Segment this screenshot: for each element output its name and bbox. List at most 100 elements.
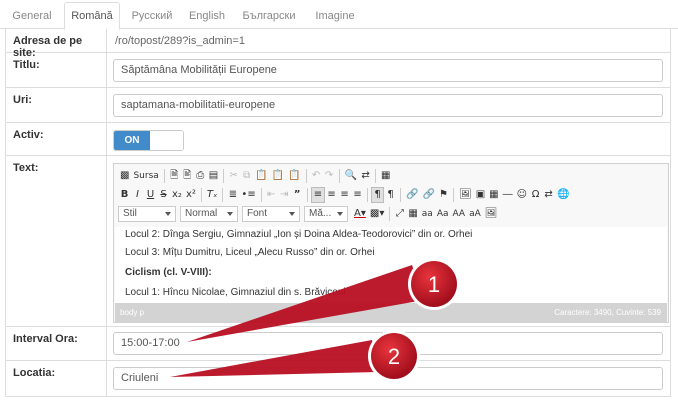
editor-status-bar: body p Caractere: 3490, Cuvinte: 539: [115, 303, 667, 322]
unlink-icon[interactable]: 🔗: [421, 187, 437, 203]
align-center-icon[interactable]: ≡: [325, 187, 338, 203]
redo-icon[interactable]: ↷: [323, 168, 336, 184]
location-row: Locatia: Criuleni: [6, 361, 670, 397]
superscript-icon[interactable]: x²: [184, 187, 198, 203]
element-path[interactable]: body p: [120, 308, 144, 317]
tab-russian[interactable]: Русский: [126, 4, 178, 29]
tab-english[interactable]: English: [182, 4, 232, 29]
editor-content[interactable]: Locul 2: Dînga Sergiu, Gimnaziul „Ion și…: [115, 227, 667, 303]
capitalize-icon[interactable]: Aa: [435, 206, 451, 222]
numbered-list-icon[interactable]: ≣: [226, 187, 239, 203]
content-line-4: Locul 1: Hîncu Nicolae, Gimnaziul din s.…: [125, 287, 346, 298]
active-label: Activ:: [6, 123, 107, 155]
page-break-icon[interactable]: ⇄: [542, 187, 555, 203]
paste-icon[interactable]: 📋: [253, 168, 269, 184]
table-icon[interactable]: ▦: [487, 187, 500, 203]
content-line-2: Locul 3: Mîțu Dumitru, Liceul „Alecu Rus…: [125, 247, 375, 258]
uri-label: Uri:: [6, 88, 107, 122]
interval-label: Interval Ora:: [6, 327, 107, 360]
content-line-3-bold: Ciclism (cl. V-VIII):: [125, 267, 212, 278]
preview-icon[interactable]: 🖹: [181, 168, 194, 184]
smiley-icon[interactable]: ☺: [515, 187, 529, 203]
align-left-icon[interactable]: ≡: [310, 187, 326, 203]
rtl-icon[interactable]: ¶: [384, 187, 397, 203]
new-page-icon[interactable]: 🗎: [168, 168, 181, 184]
anchor-icon[interactable]: ⚑: [437, 187, 450, 203]
uppercase-icon[interactable]: AA: [451, 206, 468, 222]
copy-icon[interactable]: ⧉: [240, 168, 253, 184]
tab-imagine[interactable]: Imagine: [306, 4, 364, 29]
source-button[interactable]: Sursa: [131, 168, 160, 184]
text-direction-icon[interactable]: ¶: [371, 187, 385, 203]
text-color-icon[interactable]: A▾: [352, 206, 368, 222]
source-icon[interactable]: ▩: [118, 168, 131, 184]
language-tabs: General Română Русский English Български…: [0, 0, 678, 30]
iframe-icon[interactable]: 🌐: [555, 187, 571, 203]
outdent-icon[interactable]: ⇤: [265, 187, 278, 203]
post-form: Adresa de pe site: /ro/topost/289?is_adm…: [5, 29, 671, 397]
font-select[interactable]: Font: [242, 206, 300, 222]
toggle-off-knob: [150, 131, 183, 150]
location-input[interactable]: Criuleni: [113, 367, 663, 390]
underline-icon[interactable]: U: [144, 187, 157, 203]
tab-romana[interactable]: Română: [64, 2, 120, 30]
size-select[interactable]: Mă...: [304, 206, 348, 222]
toolbar-row-3: Stil Normal Font Mă... A▾ ▩▾ ⤢ ▦ aa Aa A…: [118, 205, 499, 223]
active-row: Activ: ON: [6, 123, 670, 156]
uri-input[interactable]: saptamana-mobilitatii-europene: [113, 94, 663, 117]
mixed-case-icon[interactable]: aA: [467, 206, 483, 222]
active-toggle[interactable]: ON: [113, 130, 184, 151]
uri-row: Uri: saptamana-mobilitatii-europene: [6, 88, 670, 123]
lowercase-icon[interactable]: aa: [420, 206, 435, 222]
content-line-3: Ciclism (cl. V-VIII):: [125, 267, 212, 278]
templates-icon[interactable]: ▤: [207, 168, 220, 184]
title-label: Titlu:: [6, 53, 107, 87]
toggle-on-label: ON: [114, 131, 150, 150]
italic-icon[interactable]: I: [131, 187, 144, 203]
align-justify-icon[interactable]: ≡: [351, 187, 364, 203]
interval-row: Interval Ora: 15:00-17:00: [6, 327, 670, 361]
rich-text-editor: ▩ Sursa 🗎 🖹 ⎙ ▤ ✂ ⧉ 📋 📋 📋 ↶ ↷ 🔍 ⇄ ▦ B I …: [113, 163, 669, 323]
bulleted-list-icon[interactable]: •≡: [239, 187, 257, 203]
show-blocks-icon[interactable]: ▦: [406, 206, 419, 222]
paste-text-icon[interactable]: 📋: [270, 168, 286, 184]
style-select[interactable]: Stil: [118, 206, 176, 222]
special-char-icon[interactable]: Ω: [529, 187, 542, 203]
horizontal-line-icon[interactable]: ―: [501, 187, 515, 203]
paste-word-icon[interactable]: 📋: [286, 168, 302, 184]
undo-icon[interactable]: ↶: [310, 168, 323, 184]
indent-icon[interactable]: ⇥: [278, 187, 291, 203]
blockquote-icon[interactable]: ”: [291, 187, 304, 203]
flash-icon[interactable]: ▣: [474, 187, 487, 203]
tab-bulgarian[interactable]: Български: [236, 4, 302, 29]
bold-icon[interactable]: B: [118, 187, 131, 203]
location-label: Locatia:: [6, 361, 107, 396]
subscript-icon[interactable]: x₂: [170, 187, 184, 203]
select-all-icon[interactable]: ▦: [379, 168, 392, 184]
content-line-1: Locul 2: Dînga Sergiu, Gimnaziul „Ion și…: [125, 229, 473, 240]
text-row: Text: ▩ Sursa 🗎 🖹 ⎙ ▤ ✂ ⧉ 📋 📋 📋 ↶ ↷ 🔍 ⇄ …: [6, 156, 670, 327]
word-count: Caractere: 3490, Cuvinte: 539: [554, 308, 661, 317]
maximize-icon[interactable]: ⤢: [393, 206, 406, 222]
tab-general[interactable]: General: [6, 4, 58, 29]
image-icon[interactable]: 🖼: [457, 187, 474, 203]
url-row: Adresa de pe site: /ro/topost/289?is_adm…: [6, 29, 670, 59]
find-icon[interactable]: 🔍: [343, 168, 359, 184]
title-input[interactable]: Săptămâna Mobilității Europene: [113, 59, 663, 82]
text-label: Text:: [6, 156, 107, 326]
bg-color-icon[interactable]: ▩▾: [368, 206, 386, 222]
strikethrough-icon[interactable]: S: [157, 187, 170, 203]
url-value[interactable]: /ro/topost/289?is_admin=1: [115, 35, 245, 47]
align-right-icon[interactable]: ≡: [338, 187, 351, 203]
interval-input[interactable]: 15:00-17:00: [113, 332, 663, 355]
image-manager-icon[interactable]: 🖼: [483, 206, 500, 222]
url-label: Adresa de pe site:: [6, 29, 107, 59]
toolbar-row-1: ▩ Sursa 🗎 🖹 ⎙ ▤ ✂ ⧉ 📋 📋 📋 ↶ ↷ 🔍 ⇄ ▦: [118, 167, 393, 185]
replace-icon[interactable]: ⇄: [359, 168, 372, 184]
remove-format-icon[interactable]: Tₓ: [205, 187, 220, 203]
title-row: Titlu: Săptămâna Mobilității Europene: [6, 53, 670, 88]
format-select[interactable]: Normal: [180, 206, 238, 222]
cut-icon[interactable]: ✂: [227, 168, 240, 184]
link-icon[interactable]: 🔗: [404, 187, 420, 203]
print-icon[interactable]: ⎙: [194, 168, 207, 184]
